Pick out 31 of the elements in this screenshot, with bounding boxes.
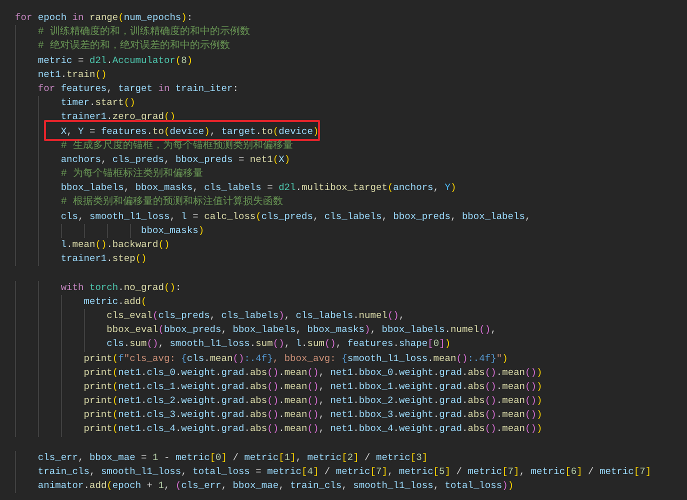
- code-line: # 生成多尺度的锚框，为每个锚框预测类别和偏移量: [60, 138, 293, 154]
- code-line: cls, smooth_l1_loss, l = calc_loss(cls_preds, cls_labels, bbox_preds, bbox_labels,: [60, 210, 531, 224]
- code-line: print(net1.cls_0.weight.grad.abs().mean(), net1.bbox_0.weight.grad.abs().mean()): [84, 366, 542, 380]
- code-line: # 训练精确度的和，训练精确度的和中的示例数: [38, 25, 250, 40]
- code-line: # 根据类别和偏移量的预测和标注值计算损失函数: [60, 195, 283, 210]
- code-line: anchors, cls_preds, bbox_preds = net1(X): [60, 152, 290, 167]
- code-line: bbox_masks): [141, 224, 204, 238]
- code-line: for epoch in range(num_epochs):: [15, 11, 193, 25]
- code-line: bbox_eval(bbox_preds, bbox_labels, bbox_masks), bbox_labels.numel(),: [106, 323, 496, 338]
- code-line: # 绝对误差的和，绝对误差的和中的示例数: [38, 39, 230, 54]
- code-line: timer.start(): [60, 96, 136, 110]
- code-line: trainer1.step(): [60, 252, 147, 266]
- code-line: animator.add(epoch + 1, (cls_err, bbox_mae, train_cls, smooth_l1_loss, total_loss)): [38, 479, 514, 494]
- code-line: print(net1.cls_3.weight.grad.abs().mean(), net1.bbox_3.weight.grad.abs().mean()): [84, 408, 542, 422]
- code-line: for features, target in train_iter:: [38, 82, 238, 96]
- code-line: metric = d2l.Accumulator(8): [38, 54, 193, 68]
- code-line: train_cls, smooth_l1_loss, total_loss = metric[4] / metric[7], metric[5] / metric[7], metric[6] / metric[7]: [38, 465, 652, 479]
- code-line: cls_err, bbox_mae = 1 - metric[0] / metric[1], metric[2] / metric[3]: [38, 450, 428, 465]
- code-line: cls_eval(cls_preds, cls_labels), cls_labels.numel(),: [106, 308, 405, 323]
- code-line: net1.train(): [38, 68, 107, 82]
- code-line: # 为每个锚框标注类别和偏移量: [60, 167, 203, 182]
- code-line: bbox_labels, bbox_masks, cls_labels = d2l.multibox_target(anchors, Y): [60, 181, 456, 196]
- code-line: print(net1.cls_4.weight.grad.abs().mean(), net1.bbox_4.weight.grad.abs().mean()): [84, 422, 542, 436]
- code-line: l.mean().backward(): [60, 238, 170, 252]
- code-line: X, Y = features.to(device), target.to(device): [60, 124, 319, 138]
- code-line: with torch.no_grad():: [60, 280, 182, 295]
- code-line: print(net1.cls_1.weight.grad.abs().mean(), net1.bbox_1.weight.grad.abs().mean()): [84, 380, 542, 394]
- code-line: cls.sum(), smooth_l1_loss.sum(), l.sum(), features.shape[0]): [106, 337, 451, 352]
- code-line: metric.add(: [84, 294, 147, 309]
- code-line: print(f"cls_avg: {cls.mean():.4f}, bbox_avg: {smooth_l1_loss.mean():.4f}"): [84, 352, 508, 366]
- code-line: print(net1.cls_2.weight.grad.abs().mean(), net1.bbox_2.weight.grad.abs().mean()): [84, 394, 542, 408]
